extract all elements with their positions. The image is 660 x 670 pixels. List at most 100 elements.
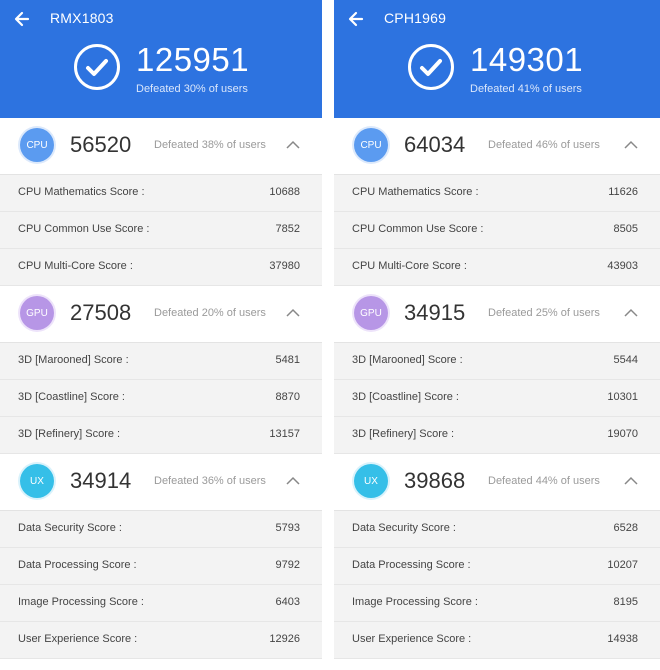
score-row: Image Processing Score : 8195	[334, 585, 660, 622]
row-value: 6528	[613, 522, 638, 534]
score-header: CPH1969 149301 Defeated 41% of users	[334, 0, 660, 118]
ux-section-header[interactable]: UX 34914 Defeated 36% of users	[0, 454, 322, 511]
row-value: 9792	[275, 559, 300, 571]
check-circle-icon	[408, 44, 454, 90]
chevron-up-icon[interactable]	[286, 306, 300, 320]
gpu-score: 34915	[404, 300, 466, 325]
row-label: 3D [Marooned] Score :	[18, 354, 129, 366]
cpu-section-header[interactable]: CPU 56520 Defeated 38% of users	[0, 118, 322, 175]
cpu-section-header[interactable]: CPU 64034 Defeated 46% of users	[334, 118, 660, 175]
row-value: 43903	[607, 260, 638, 272]
score-row: CPU Multi-Core Score : 37980	[0, 249, 322, 286]
gpu-badge: GPU	[20, 296, 54, 330]
row-label: 3D [Refinery] Score :	[352, 428, 455, 440]
row-value: 5544	[613, 354, 638, 366]
row-label: CPU Common Use Score :	[352, 223, 484, 235]
gpu-badge: GPU	[354, 296, 388, 330]
score-row: CPU Multi-Core Score : 43903	[334, 249, 660, 286]
row-label: CPU Multi-Core Score :	[352, 260, 467, 272]
ux-section-header[interactable]: UX 39868 Defeated 44% of users	[334, 454, 660, 511]
row-label: User Experience Score :	[352, 633, 472, 645]
back-arrow-icon[interactable]	[14, 10, 30, 28]
cpu-score: 64034	[404, 132, 466, 157]
row-label: Data Security Score :	[18, 522, 122, 534]
device-name: CPH1969	[384, 10, 447, 26]
score-row: 3D [Refinery] Score : 19070	[334, 417, 660, 454]
row-label: Image Processing Score :	[352, 596, 478, 608]
ux-defeated-text: Defeated 44% of users	[488, 475, 600, 487]
row-label: Data Processing Score :	[352, 559, 471, 571]
ux-score: 39868	[404, 468, 466, 493]
score-row: 3D [Coastline] Score : 8870	[0, 380, 322, 417]
benchmark-panel-left: RMX1803 125951 Defeated 30% of users CPU…	[0, 0, 322, 670]
gpu-section-header[interactable]: GPU 27508 Defeated 20% of users	[0, 286, 322, 343]
cpu-defeated-text: Defeated 38% of users	[154, 139, 266, 151]
row-label: 3D [Coastline] Score :	[18, 391, 125, 403]
score-row: 3D [Refinery] Score : 13157	[0, 417, 322, 454]
row-label: Image Processing Score :	[18, 596, 144, 608]
score-row: Data Security Score : 5793	[0, 511, 322, 548]
score-row: 3D [Marooned] Score : 5481	[0, 343, 322, 380]
score-row: CPU Common Use Score : 8505	[334, 212, 660, 249]
score-row: Data Processing Score : 9792	[0, 548, 322, 585]
row-label: 3D [Refinery] Score :	[18, 428, 121, 440]
score-row: 3D [Coastline] Score : 10301	[334, 380, 660, 417]
back-arrow-icon[interactable]	[348, 10, 364, 28]
device-name: RMX1803	[50, 10, 114, 26]
cpu-score: 56520	[70, 132, 132, 157]
score-row: User Experience Score : 14938	[334, 622, 660, 659]
score-header: RMX1803 125951 Defeated 30% of users	[0, 0, 322, 118]
row-label: Data Security Score :	[352, 522, 456, 534]
row-value: 10207	[607, 559, 638, 571]
ux-defeated-text: Defeated 36% of users	[154, 475, 266, 487]
row-label: CPU Common Use Score :	[18, 223, 150, 235]
row-value: 8870	[275, 391, 300, 403]
cpu-defeated-text: Defeated 46% of users	[488, 139, 600, 151]
chevron-up-icon[interactable]	[286, 138, 300, 152]
total-defeated-text: Defeated 41% of users	[470, 83, 582, 95]
ux-score: 34914	[70, 468, 132, 493]
total-score: 125951	[136, 41, 250, 78]
row-label: 3D [Marooned] Score :	[352, 354, 463, 366]
gpu-defeated-text: Defeated 20% of users	[154, 307, 266, 319]
row-value: 11626	[608, 186, 638, 198]
chevron-up-icon[interactable]	[624, 138, 638, 152]
row-value: 8505	[613, 223, 638, 235]
score-row: 3D [Marooned] Score : 5544	[334, 343, 660, 380]
row-value: 12926	[269, 633, 300, 645]
gpu-score: 27508	[70, 300, 132, 325]
total-defeated-text: Defeated 30% of users	[136, 83, 248, 95]
row-value: 5481	[275, 354, 300, 366]
chevron-up-icon[interactable]	[286, 474, 300, 488]
row-value: 13157	[269, 428, 300, 440]
benchmark-panel-right: CPH1969 149301 Defeated 41% of users CPU…	[334, 0, 660, 670]
row-label: Data Processing Score :	[18, 559, 137, 571]
row-value: 7852	[275, 223, 300, 235]
chevron-up-icon[interactable]	[624, 474, 638, 488]
row-label: CPU Mathematics Score :	[18, 186, 145, 198]
row-value: 10301	[607, 391, 638, 403]
cpu-badge: CPU	[20, 128, 54, 162]
row-value: 10688	[269, 186, 300, 198]
row-value: 8195	[613, 596, 638, 608]
check-circle-icon	[74, 44, 120, 90]
score-row: CPU Common Use Score : 7852	[0, 212, 322, 249]
score-row: CPU Mathematics Score : 10688	[0, 175, 322, 212]
row-value: 6403	[275, 596, 300, 608]
ux-badge: UX	[20, 464, 54, 498]
row-label: CPU Mathematics Score :	[352, 186, 479, 198]
score-row: User Experience Score : 12926	[0, 622, 322, 659]
row-value: 37980	[269, 260, 300, 272]
score-row: Image Processing Score : 6403	[0, 585, 322, 622]
panel-divider	[322, 0, 334, 670]
score-row: Data Security Score : 6528	[334, 511, 660, 548]
ux-badge: UX	[354, 464, 388, 498]
score-row: Data Processing Score : 10207	[334, 548, 660, 585]
gpu-section-header[interactable]: GPU 34915 Defeated 25% of users	[334, 286, 660, 343]
row-value: 14938	[607, 633, 638, 645]
total-score: 149301	[470, 41, 584, 78]
cpu-badge: CPU	[354, 128, 388, 162]
chevron-up-icon[interactable]	[624, 306, 638, 320]
gpu-defeated-text: Defeated 25% of users	[488, 307, 600, 319]
row-label: CPU Multi-Core Score :	[18, 260, 133, 272]
